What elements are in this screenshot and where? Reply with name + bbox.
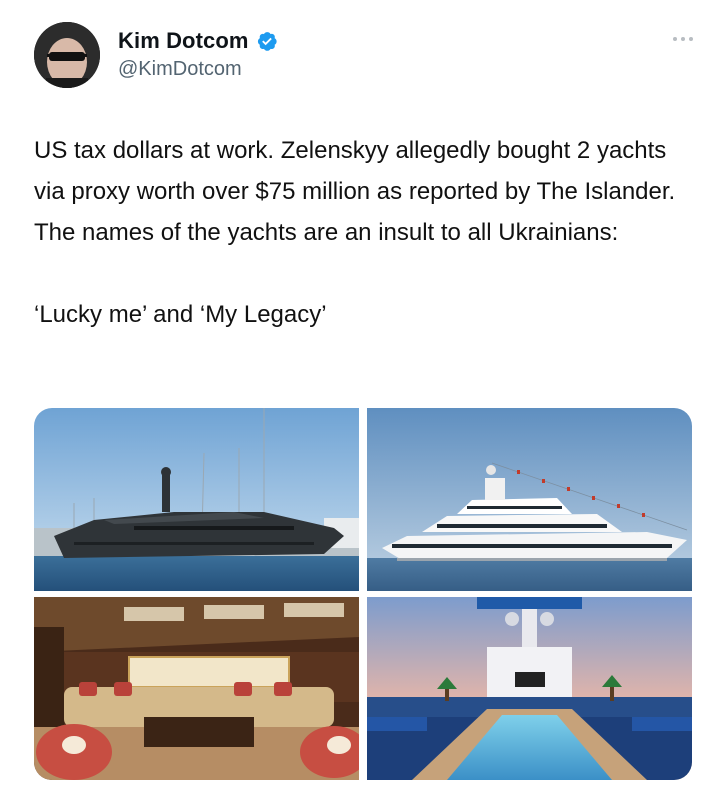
author-handle[interactable]: @KimDotcom — [118, 58, 242, 81]
author-name-row[interactable]: Kim Dotcom — [118, 28, 278, 54]
tweet-paragraph: US tax dollars at work. Zelenskyy allege… — [34, 137, 676, 246]
verified-badge-icon — [256, 30, 278, 52]
media-grid — [34, 408, 692, 780]
media-photo-deck-pool[interactable] — [367, 597, 692, 780]
tweet-card: Kim Dotcom @KimDotcom US tax dollars at … — [0, 0, 726, 800]
tweet-paragraph: ‘Lucky me’ and ‘My Legacy’ — [34, 301, 327, 328]
display-name[interactable]: Kim Dotcom — [118, 28, 249, 54]
media-photo-dark-yacht[interactable] — [34, 408, 359, 591]
tweet-text: US tax dollars at work. Zelenskyy allege… — [34, 130, 694, 335]
more-horizontal-icon[interactable] — [668, 30, 698, 48]
avatar-image — [34, 22, 100, 88]
media-photo-white-yacht[interactable] — [367, 408, 692, 591]
avatar[interactable] — [34, 22, 100, 88]
media-photo-salon-interior[interactable] — [34, 597, 359, 780]
